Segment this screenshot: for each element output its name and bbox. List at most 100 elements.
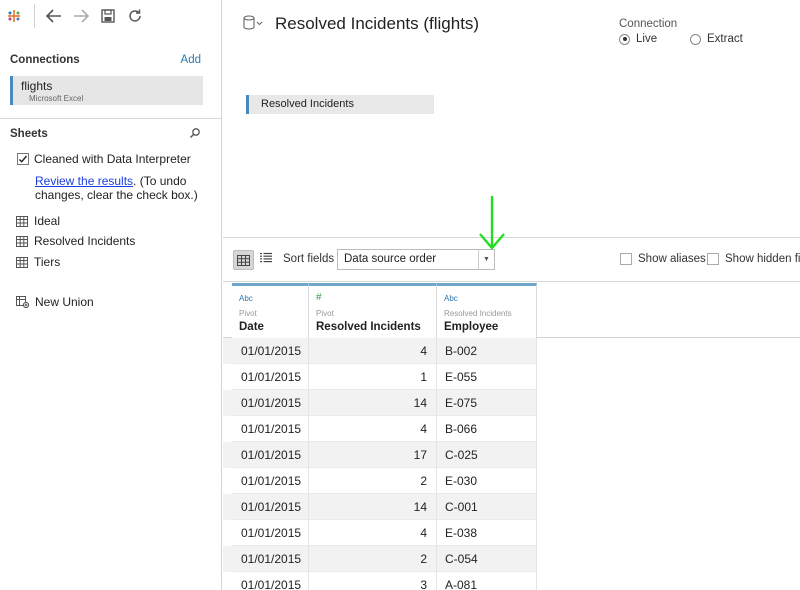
cell-date[interactable]: 01/01/2015 (232, 468, 309, 494)
connection-type: Microsoft Excel (29, 94, 84, 103)
forward-arrow-icon[interactable] (71, 5, 91, 27)
checkmark-icon (19, 155, 28, 163)
sheets-heading: Sheets (10, 128, 48, 140)
new-union-label: New Union (35, 295, 94, 309)
cell-date[interactable]: 01/01/2015 (232, 442, 309, 468)
sort-fields-label: Sort fields (283, 253, 335, 265)
show-aliases-checkbox[interactable] (620, 253, 632, 265)
live-radio-option[interactable]: Live (619, 33, 657, 45)
cell-resolved-incidents[interactable]: 2 (309, 546, 437, 572)
sheet-table-icon (16, 256, 28, 268)
string-type-icon[interactable]: Abc (444, 294, 458, 303)
sheet-item-resolved-incidents[interactable]: Resolved Incidents (16, 233, 135, 249)
cell-resolved-incidents[interactable]: 4 (309, 416, 437, 442)
data-interpreter-label: Cleaned with Data Interpreter (34, 152, 191, 166)
cell-resolved-incidents[interactable]: 4 (309, 520, 437, 546)
cell-resolved-incidents[interactable]: 4 (309, 338, 437, 364)
column-source: Pivot (316, 309, 334, 318)
column-source: Pivot (239, 309, 257, 318)
list-view-icon[interactable] (260, 252, 272, 263)
section-divider (0, 118, 221, 119)
review-results-link[interactable]: Review the results (35, 174, 133, 188)
connection-label: Connection (619, 18, 678, 30)
show-aliases-option[interactable]: Show aliases (620, 253, 706, 265)
cell-employee[interactable]: A-081 (437, 572, 537, 590)
table-row: 01/01/2015 2 E-030 (223, 468, 537, 494)
show-hidden-fields-checkbox[interactable] (707, 253, 719, 265)
cell-resolved-incidents[interactable]: 2 (309, 468, 437, 494)
table-row: 01/01/2015 1 E-055 (223, 364, 537, 390)
main-area: Resolved Incidents (flights) Connection … (223, 0, 800, 590)
table-row: 01/01/2015 4 E-038 (223, 520, 537, 546)
live-label: Live (636, 33, 658, 45)
cell-date[interactable]: 01/01/2015 (232, 572, 309, 590)
refresh-icon[interactable] (125, 5, 145, 27)
cell-resolved-incidents[interactable]: 17 (309, 442, 437, 468)
cell-resolved-incidents[interactable]: 14 (309, 390, 437, 416)
cell-employee[interactable]: C-001 (437, 494, 537, 520)
column-name: Resolved Incidents (316, 321, 421, 333)
data-pane: Connections Add flights Microsoft Excel … (0, 0, 222, 590)
sheet-table-icon (16, 235, 28, 247)
grid-view-button[interactable] (233, 250, 254, 270)
cell-date[interactable]: 01/01/2015 (232, 390, 309, 416)
table-row: 01/01/2015 3 A-081 (223, 572, 537, 590)
extract-label: Extract (707, 33, 743, 45)
cell-date[interactable]: 01/01/2015 (232, 364, 309, 390)
string-type-icon[interactable]: Abc (239, 294, 253, 303)
column-header-employee[interactable]: Abc Resolved Incidents Employee (437, 283, 537, 338)
cell-date[interactable]: 01/01/2015 (232, 416, 309, 442)
cell-resolved-incidents[interactable]: 3 (309, 572, 437, 590)
cell-date[interactable]: 01/01/2015 (232, 520, 309, 546)
interpreter-note: Review the results. (To undo changes, cl… (35, 174, 215, 202)
cell-resolved-incidents[interactable]: 1 (309, 364, 437, 390)
cell-employee[interactable]: E-030 (437, 468, 537, 494)
cell-date[interactable]: 01/01/2015 (232, 546, 309, 572)
column-name: Employee (444, 321, 499, 333)
column-header-resolved-incidents[interactable]: # Pivot Resolved Incidents (309, 283, 437, 338)
table-row: 01/01/2015 4 B-066 (223, 416, 537, 442)
search-icon[interactable] (189, 127, 201, 139)
cell-date[interactable]: 01/01/2015 (232, 338, 309, 364)
sort-fields-value: Data source order (344, 253, 437, 265)
sheet-item-ideal[interactable]: Ideal (16, 213, 60, 229)
new-union-item[interactable]: New Union (16, 294, 94, 310)
live-radio[interactable] (619, 33, 630, 45)
toolbar-separator (34, 4, 35, 28)
sheet-table-icon (16, 215, 28, 227)
column-name: Date (239, 321, 264, 333)
save-icon[interactable] (99, 5, 117, 27)
number-type-icon[interactable]: # (316, 292, 322, 303)
tableau-logo-icon[interactable] (4, 5, 24, 27)
extract-radio[interactable] (690, 33, 701, 45)
show-hidden-fields-option[interactable]: Show hidden fie (707, 253, 800, 265)
table-row: 01/01/2015 4 B-002 (223, 338, 537, 364)
connection-item-flights[interactable]: flights Microsoft Excel (10, 76, 203, 105)
sheet-label: Resolved Incidents (34, 234, 136, 248)
grid-icon (237, 254, 250, 266)
data-interpreter-checkbox[interactable] (17, 153, 29, 165)
data-interpreter-row[interactable]: Cleaned with Data Interpreter (17, 152, 191, 166)
extract-radio-option[interactable]: Extract (690, 33, 743, 45)
sheet-item-tiers[interactable]: Tiers (16, 254, 60, 270)
cell-employee[interactable]: B-002 (437, 338, 537, 364)
sort-fields-select[interactable]: Data source order ▼ (337, 249, 495, 270)
datasource-title[interactable]: Resolved Incidents (flights) (275, 14, 479, 34)
cell-employee[interactable]: E-055 (437, 364, 537, 390)
sheet-label: Ideal (34, 214, 61, 228)
table-row: 01/01/2015 14 C-001 (223, 494, 537, 520)
new-union-icon (16, 296, 29, 308)
canvas-table-resolved-incidents[interactable]: Resolved Incidents (246, 95, 434, 114)
add-connection-link[interactable]: Add (181, 54, 201, 66)
cell-employee[interactable]: C-025 (437, 442, 537, 468)
cell-employee[interactable]: E-038 (437, 520, 537, 546)
cell-employee[interactable]: B-066 (437, 416, 537, 442)
cell-employee[interactable]: C-054 (437, 546, 537, 572)
cell-resolved-incidents[interactable]: 14 (309, 494, 437, 520)
cell-date[interactable]: 01/01/2015 (232, 494, 309, 520)
show-hidden-fields-label: Show hidden fie (725, 253, 800, 265)
cell-employee[interactable]: E-075 (437, 390, 537, 416)
column-header-date[interactable]: Abc Pivot Date (232, 283, 309, 338)
back-arrow-icon[interactable] (44, 5, 64, 27)
datasource-icon[interactable] (243, 15, 265, 31)
